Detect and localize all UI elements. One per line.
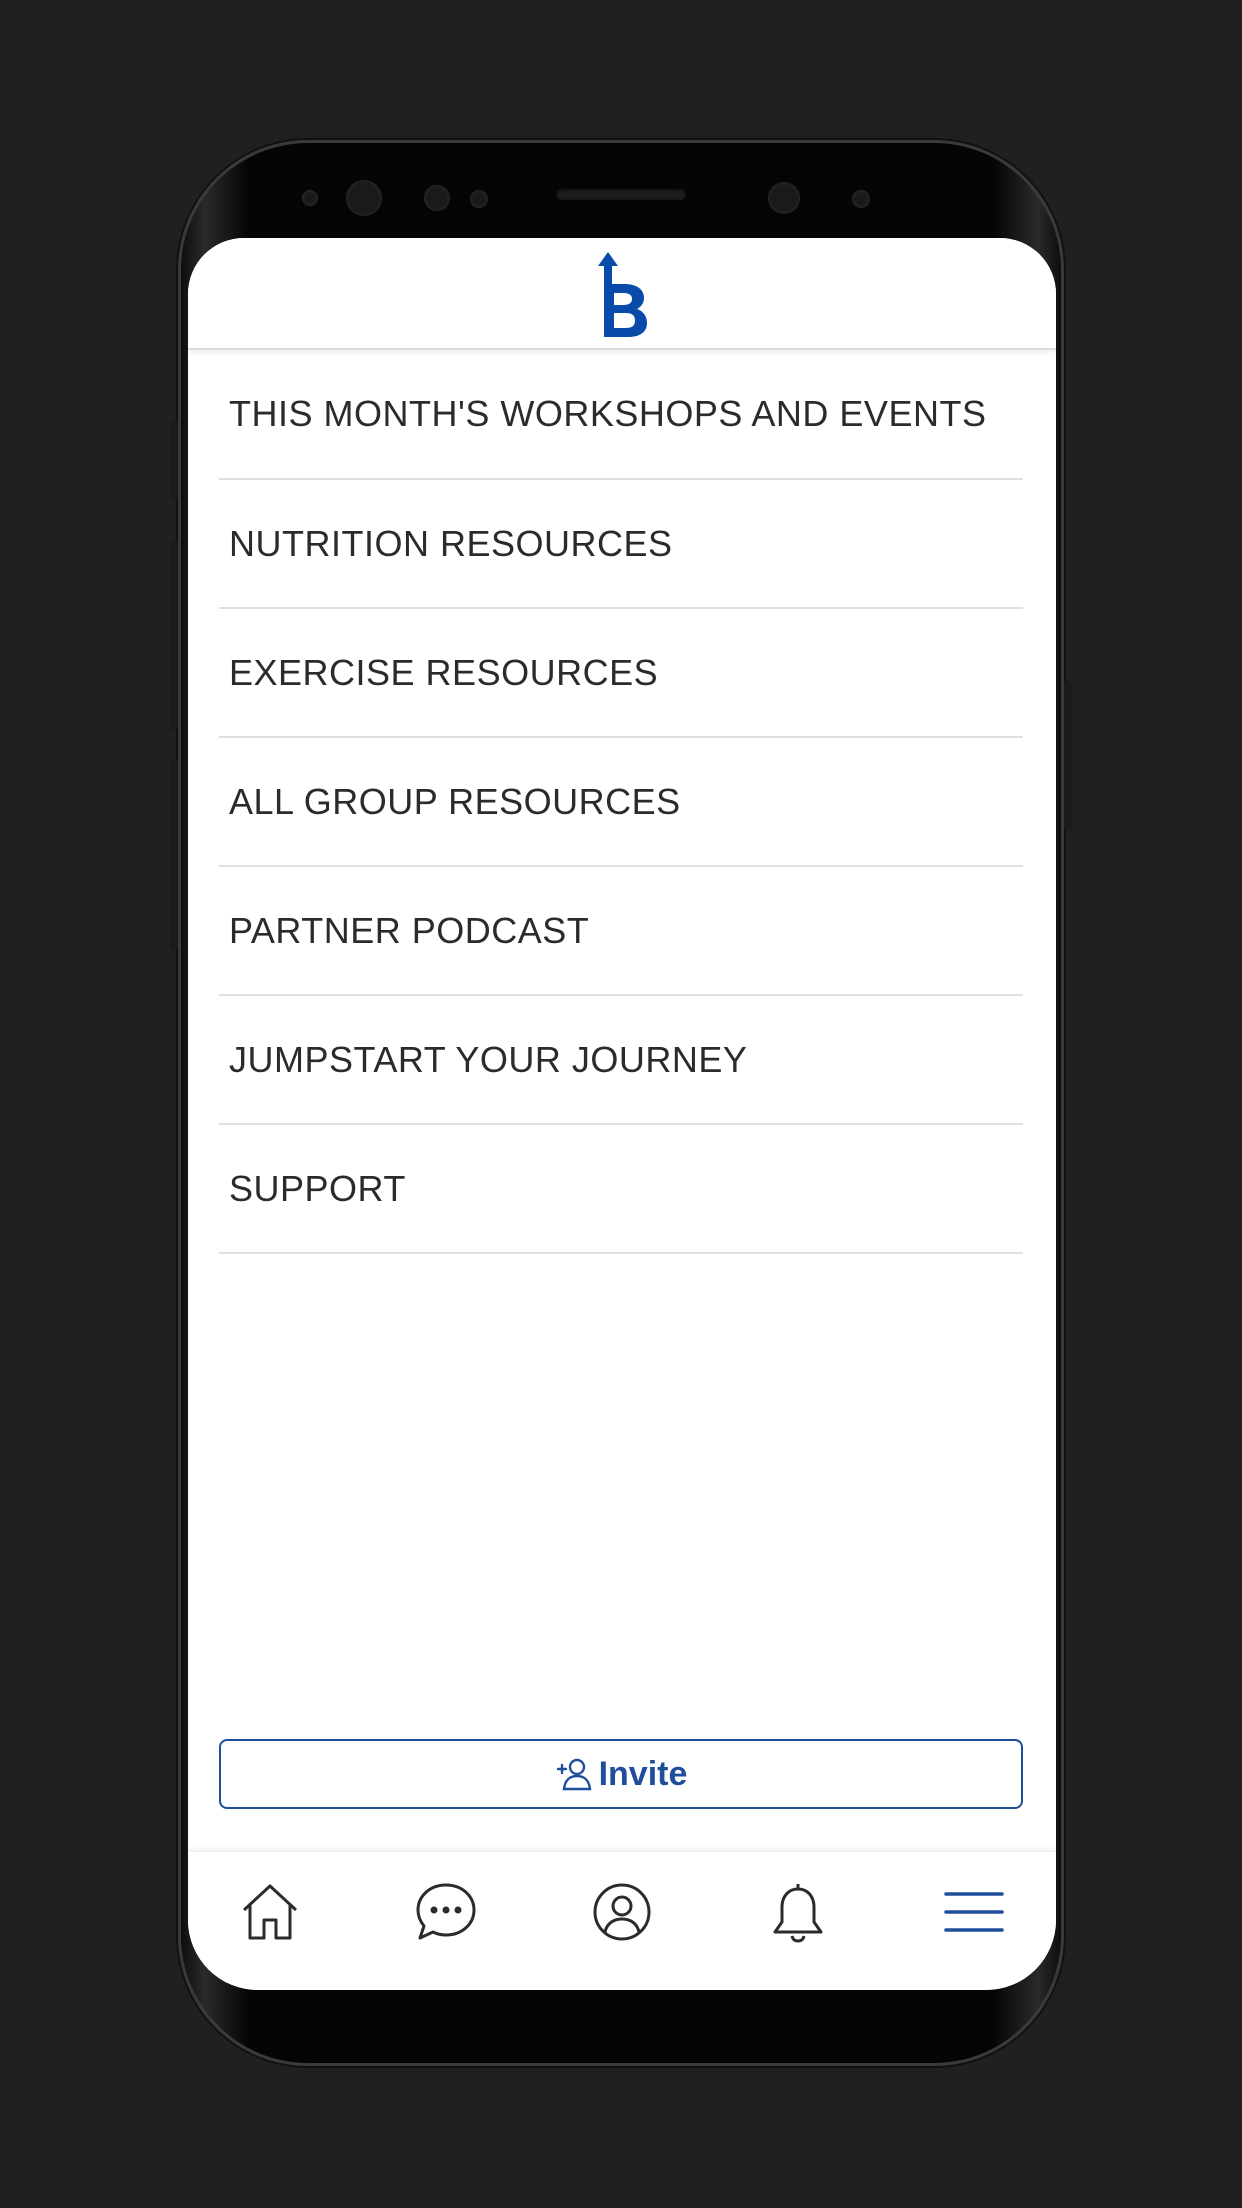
app-screen: THIS MONTH'S WORKSHOPS AND EVENTS NUTRIT… (188, 238, 1056, 1990)
front-camera-icon (768, 182, 800, 214)
hamburger-menu-icon (944, 1892, 1004, 1932)
menu-item-nutrition-resources[interactable]: NUTRITION RESOURCES (219, 480, 1023, 609)
phone-top-bezel (178, 140, 1064, 240)
menu-item-label: SUPPORT (229, 1167, 406, 1209)
sensor-icon (852, 190, 870, 208)
menu-item-label: ALL GROUP RESOURCES (229, 780, 681, 822)
profile-icon (593, 1883, 651, 1941)
phone-side-button (1064, 680, 1072, 830)
front-camera-icon (346, 180, 382, 216)
add-user-icon (556, 1758, 591, 1791)
menu-item-label: THIS MONTH'S WORKSHOPS AND EVENTS (229, 393, 987, 434)
main-menu-list: THIS MONTH'S WORKSHOPS AND EVENTS NUTRIT… (219, 350, 1023, 1254)
phone-side-button (170, 420, 178, 500)
nav-profile[interactable] (590, 1880, 654, 1944)
menu-item-support[interactable]: SUPPORT (219, 1125, 1023, 1254)
sensor-icon (302, 190, 318, 206)
phone-side-button (170, 760, 178, 950)
bell-icon (773, 1884, 823, 1943)
bottom-navigation-bar (188, 1851, 1056, 1990)
invite-button-label: Invite (598, 1754, 688, 1793)
menu-item-label: PARTNER PODCAST (229, 909, 590, 951)
app-header (188, 238, 1056, 350)
home-icon (242, 1884, 298, 1940)
menu-item-workshops-events[interactable]: THIS MONTH'S WORKSHOPS AND EVENTS (219, 350, 1023, 480)
menu-item-all-group-resources[interactable]: ALL GROUP RESOURCES (219, 738, 1023, 867)
menu-item-label: NUTRITION RESOURCES (229, 522, 673, 564)
nav-home[interactable] (238, 1880, 302, 1944)
nav-notifications[interactable] (766, 1880, 830, 1944)
sensor-icon (470, 190, 488, 208)
menu-item-jumpstart-journey[interactable]: JUMPSTART YOUR JOURNEY (219, 996, 1023, 1125)
nav-messages[interactable] (414, 1880, 478, 1944)
earpiece-speaker (556, 188, 686, 200)
nav-menu[interactable] (942, 1880, 1006, 1944)
menu-item-partner-podcast[interactable]: PARTNER PODCAST (219, 867, 1023, 996)
sensor-icon (424, 185, 450, 211)
invite-button[interactable]: Invite (219, 1739, 1023, 1809)
chat-icon (416, 1883, 476, 1940)
menu-item-exercise-resources[interactable]: EXERCISE RESOURCES (219, 609, 1023, 738)
brand-logo-icon[interactable] (594, 250, 650, 338)
menu-item-label: JUMPSTART YOUR JOURNEY (229, 1038, 748, 1080)
phone-side-button (170, 540, 178, 730)
menu-item-label: EXERCISE RESOURCES (229, 651, 659, 693)
